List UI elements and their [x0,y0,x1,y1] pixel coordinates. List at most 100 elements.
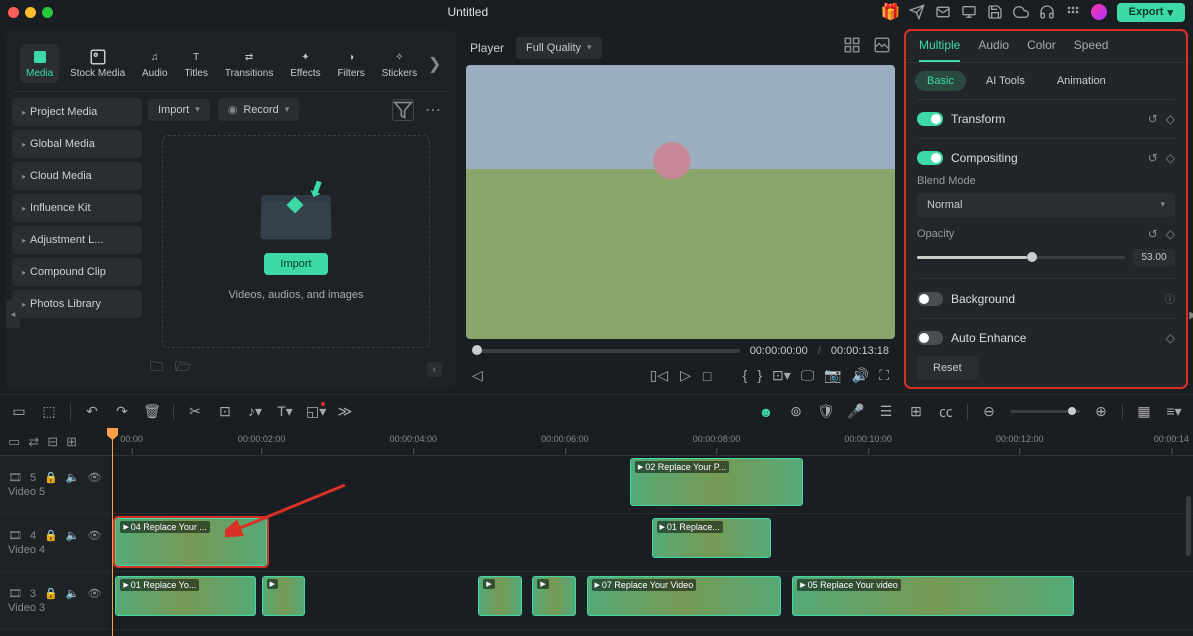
blend-mode-select[interactable]: Normal [917,193,1175,217]
mark-out-icon[interactable]: } [757,367,762,384]
tab-effects[interactable]: ✦Effects [284,44,326,83]
transform-keyframe-icon[interactable]: ◇ [1166,112,1175,126]
mic-icon[interactable]: 🎤 [847,403,865,420]
play-icon[interactable]: ▷ [680,367,691,384]
tab-filters[interactable]: ◑Filters [331,44,370,83]
tab-transitions[interactable]: ⇄Transitions [219,44,280,83]
subtab-ai-tools[interactable]: AI Tools [974,71,1037,91]
prev-frame-icon[interactable]: ◁ [472,367,483,384]
filter-button[interactable] [392,99,414,121]
playhead[interactable] [112,428,113,636]
speed-tool-icon[interactable]: ⊚ [787,403,805,420]
display-icon[interactable]: 🖵 [801,367,815,384]
panel-collapse-button[interactable]: ‹ [427,362,442,377]
delete-icon[interactable]: 🗑 [143,403,161,420]
crop-dropdown-icon[interactable]: ⊡▾ [772,367,791,384]
track-video-icon[interactable]: 🎞 [8,529,22,542]
desktop-icon[interactable] [961,4,977,20]
ai-tool-icon[interactable]: ☻ [757,404,775,420]
track-visible-icon[interactable]: 👁 [88,529,102,542]
autoenhance-keyframe-icon[interactable]: ◇ [1166,331,1175,345]
clip-02[interactable]: 02 Replace Your P... [630,458,803,506]
user-avatar[interactable] [1091,4,1107,20]
inspector-tab-color[interactable]: Color [1027,38,1056,62]
image-view-icon[interactable] [873,36,891,59]
sidebar-item-project-media[interactable]: Project Media [12,98,142,126]
tab-titles[interactable]: TTitles [178,44,214,83]
clip-04-selected[interactable]: 04 Replace Your ... [115,518,267,566]
inspector-tab-multiple[interactable]: Multiple [919,38,960,62]
timeline-view-icon[interactable]: ▦ [1135,403,1153,420]
scrub-bar[interactable] [472,349,740,353]
subtab-animation[interactable]: Animation [1045,71,1118,91]
timeline-scrollbar[interactable] [1186,496,1191,556]
sidebar-item-adjustment-layer[interactable]: Adjustment L... [12,226,142,254]
transform-toggle[interactable] [917,112,943,126]
quality-select[interactable]: Full Quality [516,37,602,59]
inspector-tab-speed[interactable]: Speed [1074,38,1109,62]
tab-stickers[interactable]: ✧Stickers [376,44,424,83]
opacity-reset-icon[interactable]: ↺ [1148,227,1158,241]
send-icon[interactable] [909,4,925,20]
crop-tool-icon[interactable]: ⊡ [216,403,234,420]
track-lock-icon[interactable]: 🔒 [44,587,58,600]
sidebar-item-influence-kit[interactable]: Influence Kit [12,194,142,222]
mark-in-icon[interactable]: { [743,367,748,384]
more-tools-icon[interactable]: ≫ [336,403,354,420]
snapshot-icon[interactable]: 📷 [824,367,841,384]
maximize-window-button[interactable] [42,7,53,18]
track-mute-icon[interactable]: 🔈 [66,471,80,484]
track-video-icon[interactable]: 🎞 [8,471,22,484]
inspector-tab-audio[interactable]: Audio [978,38,1009,62]
timeline-magnet-icon[interactable]: ⊟ [47,434,58,450]
track-visible-icon[interactable]: 👁 [88,471,102,484]
grid-view-icon[interactable] [843,36,861,59]
new-bin-icon[interactable]: 🗁 [175,358,191,380]
tabs-scroll-right[interactable]: ❯ [428,54,442,74]
track-visible-icon[interactable]: 👁 [88,587,102,600]
volume-icon[interactable]: 🔊 [852,367,869,384]
marker-icon[interactable]: 🛡 [817,403,835,420]
transform-reset-icon[interactable]: ↺ [1148,112,1158,126]
apps-icon[interactable] [1065,4,1081,20]
tab-stock-media[interactable]: Stock Media [64,44,131,83]
zoom-slider[interactable] [1010,410,1080,413]
text-tool-icon[interactable]: T▾ [276,403,294,420]
opacity-slider[interactable] [917,256,1125,259]
message-icon[interactable] [935,4,951,20]
compositing-toggle[interactable] [917,151,943,165]
clip-07[interactable]: 07 Replace Your Video [587,576,782,616]
undo-icon[interactable]: ↶ [83,403,101,420]
tab-audio[interactable]: ♫Audio [136,44,174,83]
subtab-basic[interactable]: Basic [915,71,966,91]
media-dropzone[interactable]: ⬇ Import Videos, audios, and images [162,135,430,348]
clip-01[interactable]: 01 Replace Yo... [115,576,256,616]
autoenhance-toggle[interactable] [917,331,943,345]
time-ruler[interactable]: 00:00 00:00:02:00 00:00:04:00 00:00:06:0… [110,428,1193,455]
track-mute-icon[interactable]: 🔈 [66,529,80,542]
timeline-link-icon[interactable]: ⇄ [28,434,39,450]
opacity-keyframe-icon[interactable]: ◇ [1166,227,1175,241]
import-dropdown[interactable]: Import [148,99,210,121]
redo-icon[interactable]: ↷ [113,403,131,420]
resize-tool-icon[interactable]: ◱▾ [306,403,324,420]
cc-icon[interactable]: ㏄ [937,402,955,422]
background-info-icon[interactable]: ⓘ [1165,291,1175,306]
clip-small-1[interactable] [262,576,305,616]
import-button[interactable]: Import [264,253,327,275]
inspector-expand-handle[interactable]: ▶ [1189,310,1193,321]
new-folder-icon[interactable]: 🗀 [150,358,163,380]
headphones-icon[interactable] [1039,4,1055,20]
zoom-in-icon[interactable]: ⊕ [1092,403,1110,420]
close-window-button[interactable] [8,7,19,18]
stop-icon[interactable]: □ [703,368,711,384]
pip-icon[interactable]: ⊞ [907,403,925,420]
reset-button[interactable]: Reset [917,356,978,380]
clip-05[interactable]: 05 Replace Your video [792,576,1074,616]
timeline-settings-icon[interactable]: ≡▾ [1165,403,1183,420]
sidebar-item-global-media[interactable]: Global Media [12,130,142,158]
pointer-tool-icon[interactable]: ▭ [10,403,28,420]
gift-icon[interactable]: 🎁 [883,4,899,20]
save-icon[interactable] [987,4,1003,20]
compositing-reset-icon[interactable]: ↺ [1148,151,1158,165]
